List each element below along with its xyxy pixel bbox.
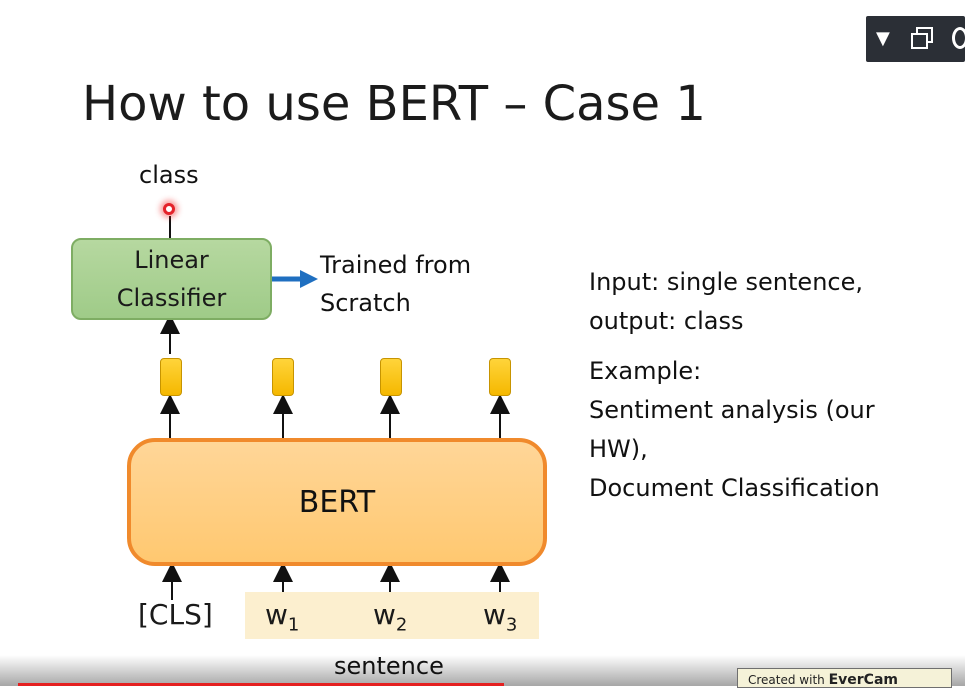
input-cls-token: [CLS] (138, 598, 213, 631)
notes-line-3: Example: (589, 357, 702, 385)
input-cls-text: [CLS] (138, 598, 213, 631)
notes-line-4: Sentiment analysis (our (589, 396, 875, 424)
input-w3-subscript: 3 (505, 614, 518, 636)
classifier-line-1: Linear (134, 246, 209, 274)
input-w3-text: w (483, 598, 506, 631)
trained-from-scratch-label: Trained from Scratch (320, 246, 471, 322)
input-w3-token: w3 (483, 598, 517, 636)
output-token-w3 (489, 358, 511, 396)
output-token-cls (160, 358, 182, 396)
trained-line-1: Trained from (320, 251, 472, 279)
output-token-w2 (380, 358, 402, 396)
sentence-label: sentence (334, 652, 444, 680)
notes-line-6: Document Classification (589, 474, 880, 502)
trained-arrow-head (300, 270, 318, 288)
notes-line-2: output: class (589, 307, 744, 335)
cursor-pointer-dot (163, 203, 175, 215)
bert-model-box: BERT (127, 438, 547, 566)
input-w2-text: w (373, 598, 396, 631)
input-w1-token: w1 (265, 598, 299, 636)
trained-line-2: Scratch (320, 289, 411, 317)
notes-line-5: HW), (589, 435, 648, 463)
bert-label: BERT (298, 484, 376, 520)
linear-classifier-box: Linear Classifier (71, 238, 272, 320)
input-w2-token: w2 (373, 598, 407, 636)
classifier-line-2: Classifier (116, 284, 227, 312)
input-w1-subscript: 1 (287, 614, 300, 636)
output-token-w1 (272, 358, 294, 396)
watermark-prefix: Created with (748, 673, 829, 687)
notes-line-1: Input: single sentence, (589, 268, 863, 296)
input-w1-text: w (265, 598, 288, 631)
evercam-watermark: Created with EverCam (737, 668, 952, 688)
output-class-label: class (139, 161, 199, 189)
notes-panel: Input: single sentence, output: class Ex… (589, 263, 880, 508)
input-w2-subscript: 2 (395, 614, 408, 636)
